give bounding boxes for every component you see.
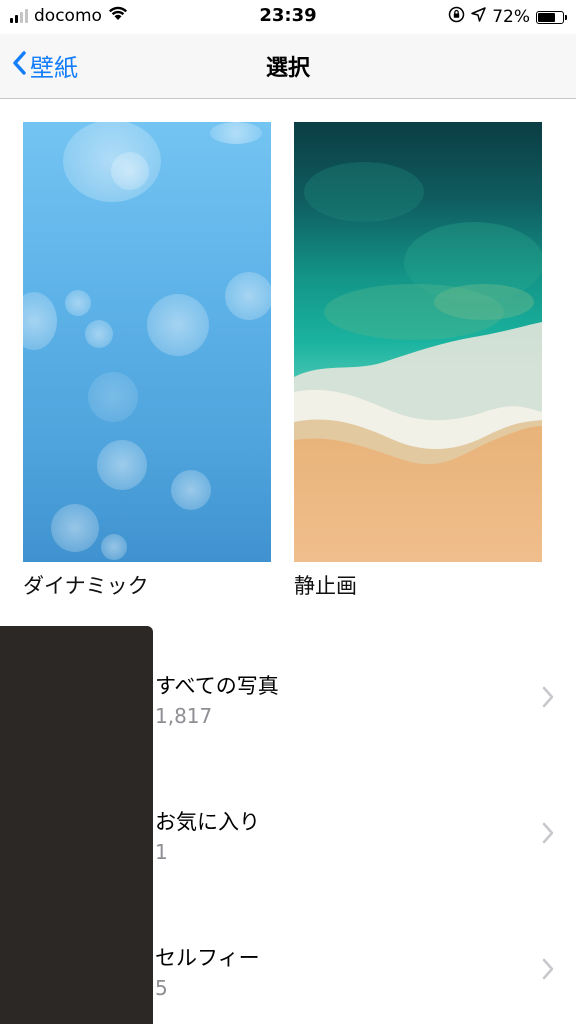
battery-percent: 72% <box>492 7 530 27</box>
chevron-right-icon <box>542 958 554 984</box>
album-title: セルフィー <box>155 946 260 970</box>
still-wallpaper-image <box>294 122 542 562</box>
chevron-right-icon <box>542 686 554 712</box>
wallpaper-choose-screen: docomo 23:39 72% 壁紙 選択 ダイナミック 静止画 すべての写真… <box>0 0 576 1024</box>
page-title: 選択 <box>265 56 310 81</box>
album-count: 5 <box>155 976 168 1000</box>
album-count: 1,817 <box>155 704 213 728</box>
album-count: 1 <box>155 840 168 864</box>
dynamic-label: ダイナミック <box>23 574 149 598</box>
status-bar: docomo 23:39 72% <box>0 0 576 34</box>
dynamic-wallpaper-image <box>23 122 271 562</box>
still-label: 静止画 <box>294 574 357 598</box>
album-title: すべての写真 <box>155 674 279 698</box>
chevron-right-icon <box>542 822 554 848</box>
dynamic-wallpaper-thumbnail[interactable] <box>23 122 271 562</box>
album-thumbnail-overlay <box>0 626 153 1024</box>
still-wallpaper-thumbnail[interactable] <box>294 122 542 562</box>
navigation-bar: 壁紙 選択 <box>0 34 576 99</box>
orientation-lock-icon <box>448 6 465 28</box>
album-title: お気に入り <box>155 810 260 834</box>
location-arrow-icon <box>471 7 486 27</box>
status-right: 72% <box>448 6 567 28</box>
battery-icon <box>536 10 567 24</box>
